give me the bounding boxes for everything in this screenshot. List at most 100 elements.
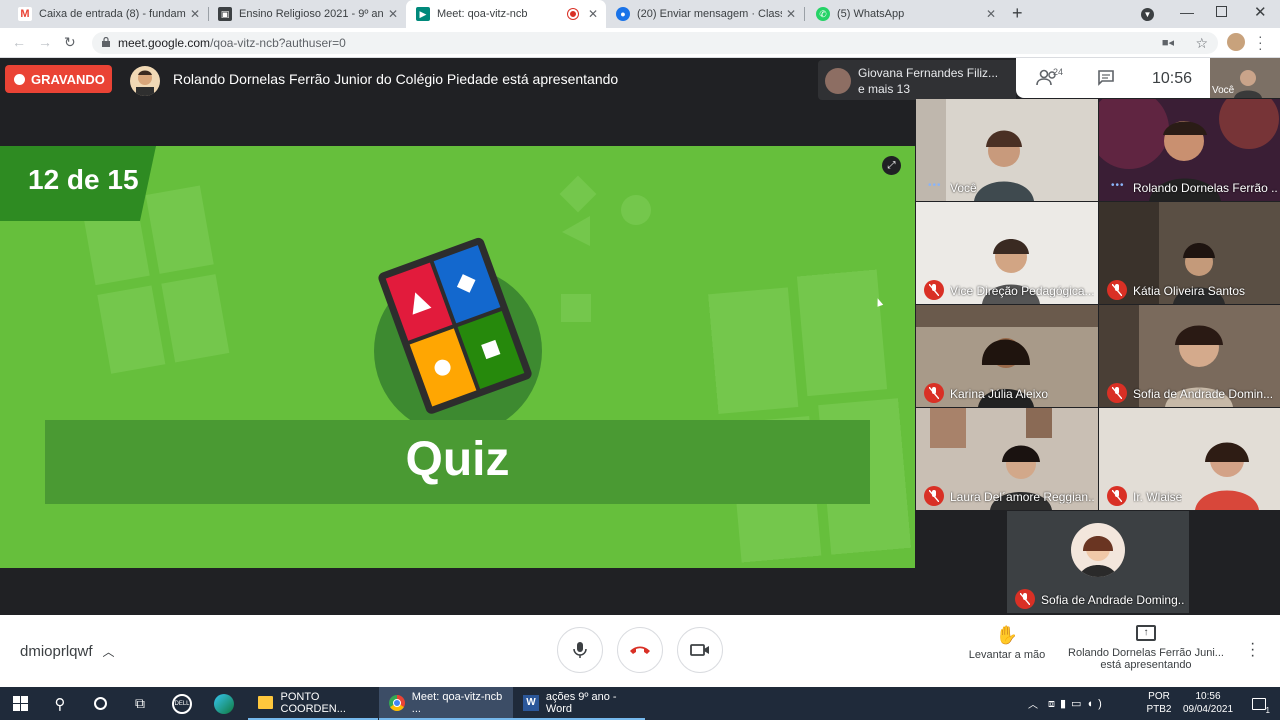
- presenter-button[interactable]: ↑ Rolando Dornelas Ferrão Juni... está a…: [1062, 625, 1230, 671]
- participant-tile[interactable]: Laura Del´amore Reggian...: [916, 408, 1098, 510]
- close-icon[interactable]: ✕: [388, 7, 398, 21]
- slide-counter: 12 de 15: [28, 164, 139, 195]
- slide-title: Quiz: [405, 433, 510, 486]
- taskbar-app-word[interactable]: W ações 9º ano - Word: [513, 687, 645, 720]
- self-view-mini[interactable]: Você: [1210, 58, 1280, 98]
- presenter-line1: Rolando Dornelas Ferrão Juni...: [1068, 647, 1224, 659]
- fullscreen-icon[interactable]: ⤢: [882, 156, 901, 175]
- tab-whatsapp[interactable]: ✆ (5) WhatsApp ✕: [806, 0, 1004, 28]
- taskbar-app-label: Meet: qoa-vitz-ncb ...: [411, 690, 503, 715]
- minimize-button[interactable]: —: [1180, 4, 1194, 20]
- classapp-icon: ●: [616, 7, 630, 21]
- speaking-icon: •••: [928, 180, 942, 191]
- search-icon[interactable]: ⚲: [40, 687, 80, 720]
- close-icon[interactable]: ✕: [190, 7, 200, 21]
- more-options-icon[interactable]: · · ·: [1250, 636, 1255, 664]
- taskbar-app-explorer[interactable]: PONTO COORDEN...: [248, 687, 378, 720]
- camera-icon[interactable]: ■◂: [1162, 32, 1174, 54]
- join-notification[interactable]: Giovana Fernandes Filiz... e mais 13: [818, 60, 1016, 100]
- presentation-slide: 12 de 15 Quiz ⤢: [0, 146, 915, 568]
- close-window-button[interactable]: ✕: [1254, 3, 1267, 21]
- participant-tile[interactable]: Kátia Oliveira Santos: [1099, 202, 1280, 304]
- tab-label: (20) Enviar mensagem · ClassApp: [637, 8, 782, 20]
- participant-video: [916, 99, 1098, 201]
- meeting-clock: 10:56: [1152, 70, 1193, 87]
- system-clock[interactable]: 10:56 09/04/2021: [1176, 687, 1240, 720]
- tab-search-icon[interactable]: ▼: [1141, 8, 1154, 21]
- classroom-icon: ▣: [218, 7, 232, 21]
- tab-classapp[interactable]: ● (20) Enviar mensagem · ClassApp ✕: [606, 0, 805, 28]
- taskbar-app-label: PONTO COORDEN...: [280, 690, 346, 715]
- browser-menu-icon[interactable]: · · ·: [1258, 29, 1263, 55]
- bookmark-star-icon[interactable]: ☆: [1195, 32, 1208, 54]
- participant-name: Karina Júlia Aleixo: [950, 387, 1049, 401]
- notification-center-icon[interactable]: 1: [1244, 687, 1274, 720]
- mic-off-icon: [924, 383, 944, 403]
- participant-tile[interactable]: ••• Rolando Dornelas Ferrão ...: [1099, 99, 1280, 201]
- tab-label: Ensino Religioso 2021 - 9º ano d: [239, 8, 384, 20]
- recording-label: GRAVANDO: [31, 71, 105, 87]
- participant-tile[interactable]: Ir. Wlaise: [1099, 408, 1280, 510]
- maximize-button[interactable]: [1216, 6, 1227, 17]
- input-language[interactable]: POR PTB2: [1146, 687, 1172, 720]
- windows-logo-icon: [12, 696, 28, 711]
- taskbar-app-label: ações 9º ano - Word: [545, 690, 617, 715]
- mic-off-icon: [924, 280, 944, 300]
- dell-icon[interactable]: DELL: [162, 687, 202, 720]
- cortana-icon[interactable]: [80, 687, 120, 720]
- avatar: [1071, 523, 1125, 577]
- participants-count: 24: [1053, 67, 1064, 77]
- forward-icon[interactable]: →: [38, 34, 52, 50]
- new-tab-button[interactable]: +: [1012, 3, 1023, 24]
- taskbar-app-chrome[interactable]: Meet: qoa-vitz-ncb ...: [379, 687, 513, 720]
- tray-chevron-icon[interactable]: ︿: [1028, 687, 1038, 720]
- tab-meet[interactable]: ▶ Meet: qoa-vitz-ncb ✕: [406, 0, 606, 28]
- participant-tile[interactable]: Sofia de Andrade Doming...: [1007, 511, 1189, 613]
- chat-icon[interactable]: [1097, 69, 1115, 87]
- close-icon[interactable]: ✕: [588, 7, 598, 21]
- participant-tile[interactable]: Vice Direção Pedagógica...: [916, 202, 1098, 304]
- presenter-avatar: [130, 66, 160, 96]
- mic-button[interactable]: [557, 627, 603, 673]
- presenting-banner: Rolando Dornelas Ferrão Junior do Colégi…: [173, 71, 619, 87]
- close-icon[interactable]: ✕: [786, 7, 796, 21]
- participant-tile[interactable]: ••• Você: [916, 99, 1098, 201]
- word-icon: W: [523, 694, 539, 711]
- meeting-code[interactable]: dmioprlqwf ︿: [20, 643, 115, 660]
- notification-count: 1: [1265, 706, 1270, 715]
- join-more: e mais 13: [858, 82, 911, 96]
- tray-icons[interactable]: ⧈▮▭◖): [1048, 687, 1107, 720]
- raise-hand-label: Levantar a mão: [968, 649, 1046, 661]
- hangup-icon: [630, 646, 650, 654]
- camera-button[interactable]: [677, 627, 723, 673]
- tab-classroom[interactable]: ▣ Ensino Religioso 2021 - 9º ano d ✕: [208, 0, 406, 28]
- gmail-icon: M: [18, 7, 32, 21]
- recording-badge: GRAVANDO: [5, 65, 112, 93]
- mic-off-icon: [1015, 589, 1035, 609]
- profile-avatar[interactable]: [1227, 33, 1245, 51]
- mic-off-icon: [1107, 383, 1127, 403]
- present-screen-icon: ↑: [1136, 625, 1156, 641]
- lang-primary: POR: [1148, 691, 1170, 702]
- avatar: [825, 68, 851, 94]
- participant-name: Kátia Oliveira Santos: [1133, 284, 1246, 298]
- recording-dot-icon: [567, 9, 578, 19]
- record-dot-icon: [14, 73, 25, 85]
- close-icon[interactable]: ✕: [986, 7, 996, 21]
- edge-icon[interactable]: [204, 687, 244, 720]
- reload-icon[interactable]: ↻: [64, 34, 76, 51]
- start-button[interactable]: [0, 687, 40, 720]
- participant-tile[interactable]: Karina Júlia Aleixo: [916, 305, 1098, 407]
- participant-tile[interactable]: Sofia de Andrade Domin...: [1099, 305, 1280, 407]
- leave-call-button[interactable]: [617, 627, 663, 673]
- task-view-icon[interactable]: ⧉: [120, 687, 160, 720]
- browser-tab-bar: M Caixa de entrada (8) - fundament ✕ ▣ E…: [0, 0, 1280, 28]
- raise-hand-button[interactable]: ✋ Levantar a mão: [962, 625, 1052, 661]
- url-field[interactable]: meet.google.com/qoa-vitz-ncb?authuser=0 …: [92, 32, 1218, 54]
- mic-off-icon: [1107, 280, 1127, 300]
- back-icon[interactable]: ←: [12, 34, 26, 50]
- tab-gmail[interactable]: M Caixa de entrada (8) - fundament ✕: [8, 0, 209, 28]
- meet-icon: ▶: [416, 7, 430, 21]
- speaking-icon: •••: [1111, 180, 1125, 191]
- windows-taskbar: ⚲ ⧉ DELL PONTO COORDEN... Meet: qoa-vitz…: [0, 687, 1280, 720]
